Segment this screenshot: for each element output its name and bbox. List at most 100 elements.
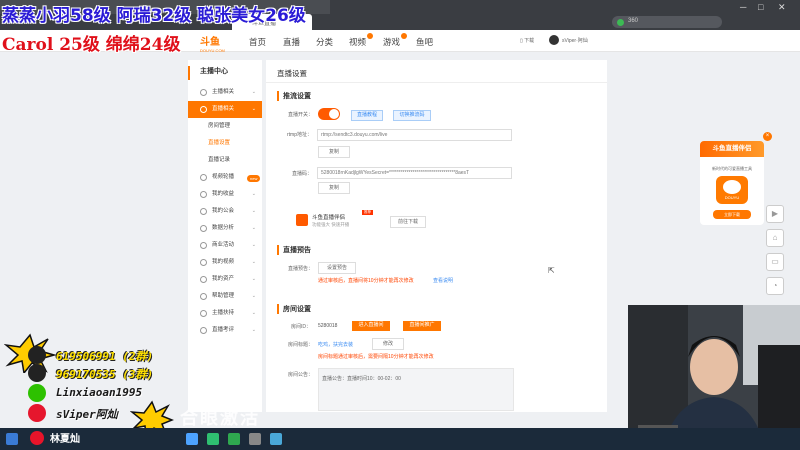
taskbar xyxy=(0,428,800,450)
sidebar-item-icon xyxy=(200,89,207,96)
sidebar-item-icon xyxy=(200,327,207,334)
promo-subtitle: 功能强大 快速开播 xyxy=(312,222,350,227)
sidebar-item[interactable]: 直播记录 xyxy=(188,152,262,169)
sidebar-item-icon xyxy=(200,106,207,113)
float-home-icon[interactable]: ⌂ xyxy=(766,229,784,247)
notice-help-link[interactable]: 查看说明 xyxy=(433,277,453,284)
ad-title: 斗鱼直播伴侣 xyxy=(700,141,764,157)
nav-video-badge xyxy=(367,33,373,39)
sidebar-item[interactable]: 直播相关 ⌄ xyxy=(188,101,262,118)
live-switch-toggle[interactable] xyxy=(318,108,340,120)
download-link[interactable]: ▯ 下载 xyxy=(520,37,534,44)
room-id-label: 房间ID： xyxy=(291,324,312,330)
float-headset-icon[interactable]: ◔ xyxy=(766,277,784,295)
sidebar-item[interactable]: 我的公会 ⌄ xyxy=(188,203,262,220)
sidebar-item[interactable]: 直播考评 ⌄ xyxy=(188,322,262,339)
promo-hot-badge: 推荐 xyxy=(362,210,373,215)
room-title-value: 吃鸡，扶完去装 xyxy=(318,342,354,348)
taskbar-app-icon[interactable] xyxy=(186,433,198,445)
sidebar-item-label: 数据分析 xyxy=(212,225,235,231)
sidebar-item-label: 房间管理 xyxy=(208,123,231,129)
sidebar-item[interactable]: 房间管理 xyxy=(188,118,262,135)
notice-warning: 通过审核后，直播间将10分钟才能再次修改 xyxy=(318,278,414,284)
taskbar-app-icon[interactable] xyxy=(270,433,282,445)
toggle-knob xyxy=(329,109,339,119)
nav-game[interactable]: 游戏 xyxy=(383,36,400,48)
room-id-value: 5280018 xyxy=(318,323,338,329)
address-text: 360 xyxy=(628,18,639,24)
enter-room-button[interactable]: 进入直播间 xyxy=(352,321,390,331)
nav-fishbar[interactable]: 鱼吧 xyxy=(416,36,433,48)
taskbar-app-icon[interactable] xyxy=(249,433,261,445)
sidebar-item-label: 主播相关 xyxy=(212,89,235,95)
sidebar-item-icon xyxy=(200,225,207,232)
logo-subtext: DOUYU.COM xyxy=(200,48,225,53)
sidebar-item-icon xyxy=(200,310,207,317)
notice-label: 直播预告： xyxy=(288,266,314,272)
sidebar-item[interactable]: 商业活动 ⌄ xyxy=(188,237,262,254)
float-play-icon[interactable]: ▶ xyxy=(766,205,784,223)
stream-key-field[interactable]: 5280018rnKadjlgWYesSecret=**************… xyxy=(317,167,512,179)
nav-game-badge xyxy=(401,33,407,39)
avatar[interactable] xyxy=(549,35,559,45)
promote-room-button[interactable]: 直播间推广 xyxy=(403,321,441,331)
copy-key-button[interactable]: 复制 xyxy=(318,182,350,194)
new-badge: new xyxy=(247,175,261,182)
sidebar-item-label: 我的收益 xyxy=(212,191,235,197)
sidebar-item-label: 直播设置 xyxy=(208,140,231,146)
taskbar-app-icon[interactable] xyxy=(207,433,219,445)
overlay-contact-text: Linxiaoan1995 xyxy=(56,386,143,399)
nav-live[interactable]: 直播 xyxy=(283,36,300,48)
sidebar-item[interactable]: 主播相关 ⌄ xyxy=(188,84,262,101)
windows-start-icon[interactable] xyxy=(6,433,18,445)
copy-rtmp-button[interactable]: 复制 xyxy=(318,146,350,158)
minimize-icon[interactable]: ─ xyxy=(740,2,746,12)
promo-title: 斗鱼直播伴侣 xyxy=(312,215,346,221)
edit-title-button[interactable]: 修改 xyxy=(372,338,404,350)
sidebar-item-label: 商业活动 xyxy=(212,242,235,248)
sidebar-item[interactable]: 我的视频 ⌄ xyxy=(188,254,262,271)
divider xyxy=(266,82,607,83)
close-icon[interactable]: ✕ xyxy=(778,2,786,13)
switch-label: 直播开关： xyxy=(288,112,314,118)
sidebar-item[interactable]: 主播扶持 ⌄ xyxy=(188,305,262,322)
overlay-contact-text: sViper阿灿 xyxy=(56,408,118,421)
chevron-down-icon: ⌄ xyxy=(251,276,256,282)
username[interactable]: sViper·阿灿 xyxy=(562,37,588,44)
chevron-down-icon: ⌄ xyxy=(251,259,256,265)
maximize-icon[interactable]: □ xyxy=(758,2,763,12)
overlay-line1: 蒸蒸小羽58级 阿瑞32级 聪张美女26级 xyxy=(2,6,306,26)
sidebar-item-icon xyxy=(200,293,207,300)
ad-download-button[interactable]: 立即下载 xyxy=(713,210,751,219)
sidebar-item[interactable]: 直播设置 xyxy=(188,135,262,152)
float-screen-icon[interactable]: ▭ xyxy=(766,253,784,271)
nav-category[interactable]: 分类 xyxy=(316,36,333,48)
overlay-contact-text: 969170535 (3群) xyxy=(56,368,154,381)
fish-icon xyxy=(723,180,741,194)
rtmp-field[interactable]: rtmp://sendtc3.douyu.com/live xyxy=(317,129,512,141)
sidebar-item[interactable]: 我的收益 ⌄ xyxy=(188,186,262,203)
sidebar-item-icon xyxy=(200,174,207,181)
douyu-logo[interactable]: 斗鱼 DOUYU.COM xyxy=(200,33,226,53)
sidebar-item-label: 视频轮播 xyxy=(212,174,235,180)
sidebar-item[interactable]: 数据分析 ⌄ xyxy=(188,220,262,237)
sidebar-item[interactable]: 帮助管理 ⌄ xyxy=(188,288,262,305)
sidebar-item-label: 我的视频 xyxy=(212,259,235,265)
sidebar-item-label: 直播相关 xyxy=(212,106,235,112)
promo-download-button[interactable]: 前往下载 xyxy=(390,216,426,228)
taskbar-app-icon[interactable] xyxy=(228,433,240,445)
guide-button[interactable]: 直播教程 xyxy=(351,110,383,121)
ad-close-icon[interactable]: × xyxy=(763,132,772,141)
nav-video[interactable]: 视频 xyxy=(349,36,366,48)
switch-code-button[interactable]: 切换推流码 xyxy=(393,110,431,121)
nav-home[interactable]: 首页 xyxy=(249,36,266,48)
sidebar-item[interactable]: 我的资产 ⌄ xyxy=(188,271,262,288)
section-room: 房间设置 xyxy=(277,304,311,314)
set-notice-button[interactable]: 设置预告 xyxy=(318,262,356,274)
chevron-down-icon: ⌄ xyxy=(251,242,256,248)
sidebar-item-label: 主播扶持 xyxy=(212,310,235,316)
chevron-down-icon: ⌄ xyxy=(251,89,256,95)
sidebar-item-label: 我的公会 xyxy=(212,208,235,214)
room-title-warning: 房间标题通过审核后，需要间隔10分钟才能再次修改 xyxy=(318,354,434,360)
chevron-down-icon: ⌄ xyxy=(251,310,256,316)
